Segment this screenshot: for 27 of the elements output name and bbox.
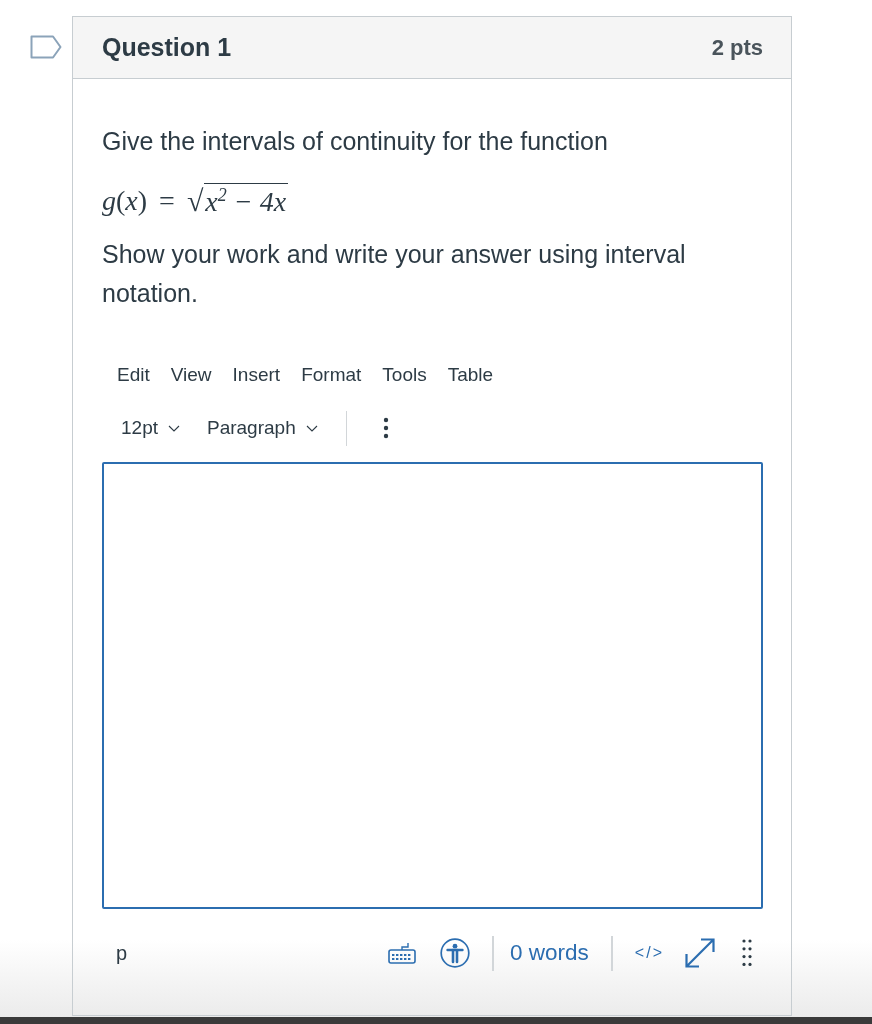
chevron-down-icon — [305, 424, 318, 432]
keyboard-icon — [388, 942, 417, 964]
flag-icon[interactable] — [30, 35, 62, 59]
question-title: Question 1 — [102, 33, 232, 62]
drag-handle-icon[interactable] — [742, 939, 752, 967]
html-editor-toggle[interactable]: </> — [634, 944, 664, 962]
expand-icon — [684, 937, 716, 969]
keyboard-shortcuts-button[interactable] — [388, 942, 417, 964]
menu-item[interactable]: Format — [291, 361, 372, 389]
accessibility-icon — [440, 938, 471, 968]
menu-item[interactable]: Tools — [372, 361, 437, 389]
question-points: 2 pts — [711, 34, 763, 61]
menu-item[interactable]: Edit — [107, 361, 160, 389]
more-icon — [382, 417, 389, 439]
math-formula: g(x) = √x$^{2}$ − 4x — [102, 182, 290, 221]
block-format-dropdown[interactable]: Paragraph — [196, 411, 324, 445]
font-size-dropdown[interactable]: 12pt — [110, 411, 186, 445]
fullscreen-button[interactable] — [684, 937, 716, 969]
menu-item[interactable]: View — [160, 361, 222, 389]
menu-item[interactable]: Table — [437, 361, 504, 389]
word-count: 0 words — [510, 940, 589, 966]
question-text: Give the intervals of continuity for the function — [102, 126, 609, 157]
accessibility-checker-button[interactable] — [440, 938, 471, 968]
element-path[interactable]: p — [110, 941, 134, 965]
menu-item[interactable]: Insert — [222, 361, 291, 389]
chevron-down-icon — [168, 424, 180, 432]
question-text: Show your work and write your answer using interval notation. — [102, 239, 687, 309]
